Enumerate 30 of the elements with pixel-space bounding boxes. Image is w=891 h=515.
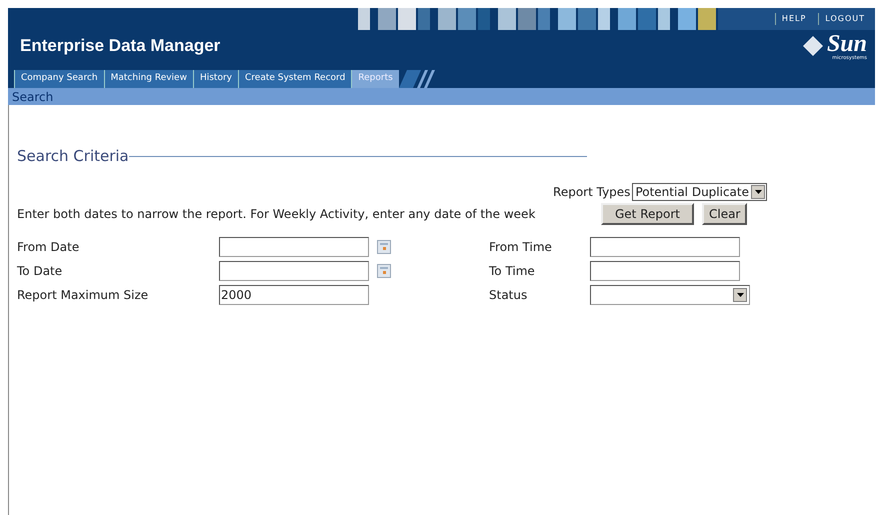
text-input[interactable] bbox=[590, 260, 740, 280]
help-link[interactable]: HELP bbox=[774, 13, 812, 25]
field-label: Status bbox=[489, 286, 528, 304]
field-label: From Time bbox=[489, 238, 553, 256]
text-input[interactable]: 2000 bbox=[219, 284, 369, 304]
nav-tab[interactable]: Create System Record bbox=[238, 70, 352, 88]
clear-button[interactable]: Clear bbox=[702, 202, 748, 224]
report-types-label: Report Types bbox=[553, 184, 630, 200]
status-select[interactable] bbox=[590, 284, 750, 304]
calendar-icon[interactable] bbox=[377, 264, 391, 278]
get-report-button[interactable]: Get Report bbox=[601, 202, 694, 224]
report-types-select[interactable]: Potential Duplicate bbox=[632, 182, 767, 200]
logo-icon bbox=[802, 35, 824, 57]
nav-tab[interactable]: Matching Review bbox=[104, 70, 193, 88]
logo-name: Sun bbox=[826, 32, 867, 56]
nav-tab[interactable]: Company Search bbox=[14, 70, 104, 88]
calendar-icon[interactable] bbox=[377, 240, 391, 254]
field-label: Report Maximum Size bbox=[17, 286, 150, 304]
field-label: To Time bbox=[489, 262, 536, 280]
hint-text: Enter both dates to narrow the report. For Weekly Activity, enter any date of the week bbox=[17, 206, 536, 222]
logout-link[interactable]: LOGOUT bbox=[818, 13, 871, 25]
field-label: From Date bbox=[17, 238, 80, 256]
text-input[interactable] bbox=[590, 236, 740, 256]
date-input[interactable] bbox=[219, 260, 369, 280]
search-link[interactable]: Search bbox=[12, 88, 54, 106]
date-input[interactable] bbox=[219, 236, 369, 256]
field-label: To Date bbox=[17, 262, 64, 280]
section-title: Search Criteria bbox=[17, 146, 129, 167]
app-title: Enterprise Data Manager bbox=[20, 35, 220, 58]
nav-tab[interactable]: History bbox=[192, 70, 238, 88]
